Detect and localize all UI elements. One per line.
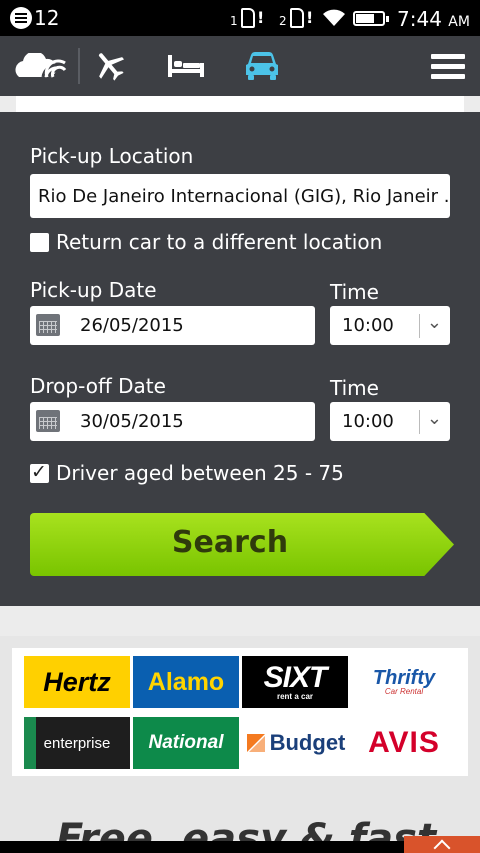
bottom-edge bbox=[0, 841, 404, 853]
brands-logo-grid: Hertz Alamo SIXT rent a car Thrifty Car … bbox=[12, 648, 468, 776]
return-different-location-checkbox[interactable] bbox=[30, 233, 49, 252]
hamburger-menu-icon[interactable] bbox=[426, 36, 470, 96]
chevron-down-icon: ⌄ bbox=[426, 312, 442, 333]
dropoff-date-value: 30/05/2015 bbox=[80, 411, 184, 432]
pickup-location-value: Rio De Janeiro Internacional (GIG), Rio … bbox=[38, 185, 450, 207]
scroll-to-top-button[interactable] bbox=[404, 836, 480, 853]
return-different-location-label: Return car to a different location bbox=[56, 230, 383, 254]
pickup-date-input[interactable]: 26/05/2015 bbox=[30, 306, 315, 345]
battery-icon bbox=[353, 11, 389, 26]
pickup-time-label: Time bbox=[330, 280, 379, 304]
driver-age-label: Driver aged between 25 - 75 bbox=[56, 461, 344, 485]
pickup-time-select[interactable]: 10:00 ⌄ bbox=[330, 306, 450, 345]
notification-icon bbox=[10, 7, 32, 29]
search-button-label: Search bbox=[171, 525, 289, 560]
wifi-icon bbox=[323, 9, 345, 26]
budget-mark-icon bbox=[246, 734, 265, 752]
search-button[interactable]: Search bbox=[30, 513, 454, 576]
pickup-date-label: Pick-up Date bbox=[30, 278, 157, 302]
national-logo: National bbox=[133, 717, 239, 769]
dropoff-time-label: Time bbox=[330, 376, 379, 400]
logo-cloud-icon[interactable] bbox=[12, 36, 68, 96]
app-nav-bar bbox=[0, 36, 480, 96]
pickup-location-label: Pick-up Location bbox=[30, 144, 194, 168]
car-icon[interactable] bbox=[240, 36, 284, 96]
hotel-bed-icon[interactable] bbox=[162, 36, 210, 96]
thrifty-logo: Thrifty Car Rental bbox=[351, 656, 457, 708]
pickup-location-input[interactable]: Rio De Janeiro Internacional (GIG), Rio … bbox=[30, 174, 450, 218]
hertz-logo: Hertz bbox=[24, 656, 130, 708]
calendar-icon bbox=[36, 410, 60, 432]
avis-logo: AVIS bbox=[351, 717, 457, 769]
nav-divider bbox=[78, 48, 80, 84]
dropoff-time-value: 10:00 bbox=[342, 411, 394, 432]
alamo-logo: Alamo bbox=[133, 656, 239, 708]
content-strip bbox=[16, 96, 464, 112]
status-bar: 12 1 ! 2 ! 7:44 AM bbox=[0, 0, 480, 36]
dropoff-date-input[interactable]: 30/05/2015 bbox=[30, 402, 315, 441]
pickup-date-value: 26/05/2015 bbox=[80, 315, 184, 336]
pickup-time-value: 10:00 bbox=[342, 315, 394, 336]
flight-icon[interactable] bbox=[88, 36, 132, 96]
dropoff-date-label: Drop-off Date bbox=[30, 374, 166, 398]
calendar-icon bbox=[36, 314, 60, 336]
driver-age-checkbox[interactable] bbox=[30, 461, 49, 483]
sixt-logo: SIXT rent a car bbox=[242, 656, 348, 708]
chevron-down-icon: ⌄ bbox=[426, 408, 442, 429]
brands-section: Hertz Alamo SIXT rent a car Thrifty Car … bbox=[0, 636, 480, 853]
notification-count: 12 bbox=[34, 6, 60, 30]
enterprise-logo: enterprise bbox=[24, 717, 130, 769]
car-search-form: Pick-up Location Rio De Janeiro Internac… bbox=[0, 112, 480, 606]
clock: 7:44 AM bbox=[397, 7, 470, 31]
dropoff-time-select[interactable]: 10:00 ⌄ bbox=[330, 402, 450, 441]
budget-logo: Budget bbox=[242, 717, 348, 769]
